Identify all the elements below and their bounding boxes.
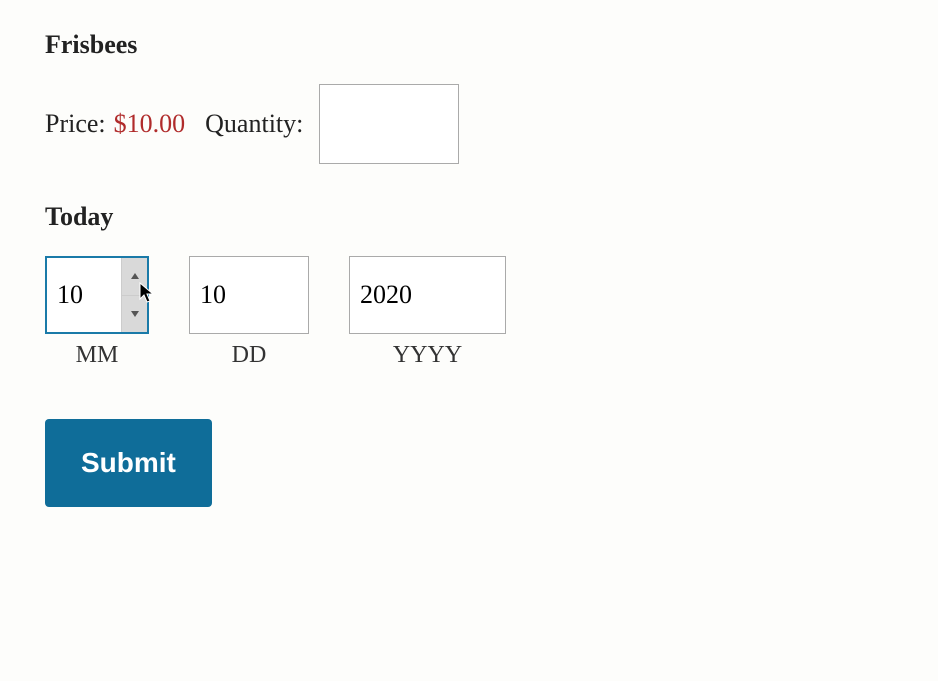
month-sublabel: MM xyxy=(76,342,119,369)
date-year-col: YYYY xyxy=(349,256,506,369)
date-month-col: MM xyxy=(45,256,149,369)
year-sublabel: YYYY xyxy=(393,342,462,369)
submit-button[interactable]: Submit xyxy=(45,419,212,507)
year-input[interactable] xyxy=(350,257,505,333)
date-year-wrap xyxy=(349,256,506,334)
date-row: MM DD YYYY xyxy=(45,256,893,369)
spinner-up-button[interactable] xyxy=(122,258,147,296)
price-quantity-row: Price: $10.00 Quantity: xyxy=(45,84,893,164)
date-month-wrap xyxy=(45,256,149,334)
date-day-wrap xyxy=(189,256,309,334)
price-value: $10.00 xyxy=(114,109,186,139)
date-day-col: DD xyxy=(189,256,309,369)
month-input[interactable] xyxy=(47,258,121,332)
chevron-up-icon xyxy=(130,272,140,280)
spinner-down-button[interactable] xyxy=(122,296,147,333)
product-title: Frisbees xyxy=(45,30,893,60)
date-heading: Today xyxy=(45,202,893,232)
month-spinner xyxy=(121,258,147,332)
quantity-input[interactable] xyxy=(319,84,459,164)
quantity-label: Quantity: xyxy=(205,109,303,139)
chevron-down-icon xyxy=(130,310,140,318)
day-sublabel: DD xyxy=(232,342,267,369)
price-label: Price: xyxy=(45,109,106,139)
day-input[interactable] xyxy=(190,257,308,333)
